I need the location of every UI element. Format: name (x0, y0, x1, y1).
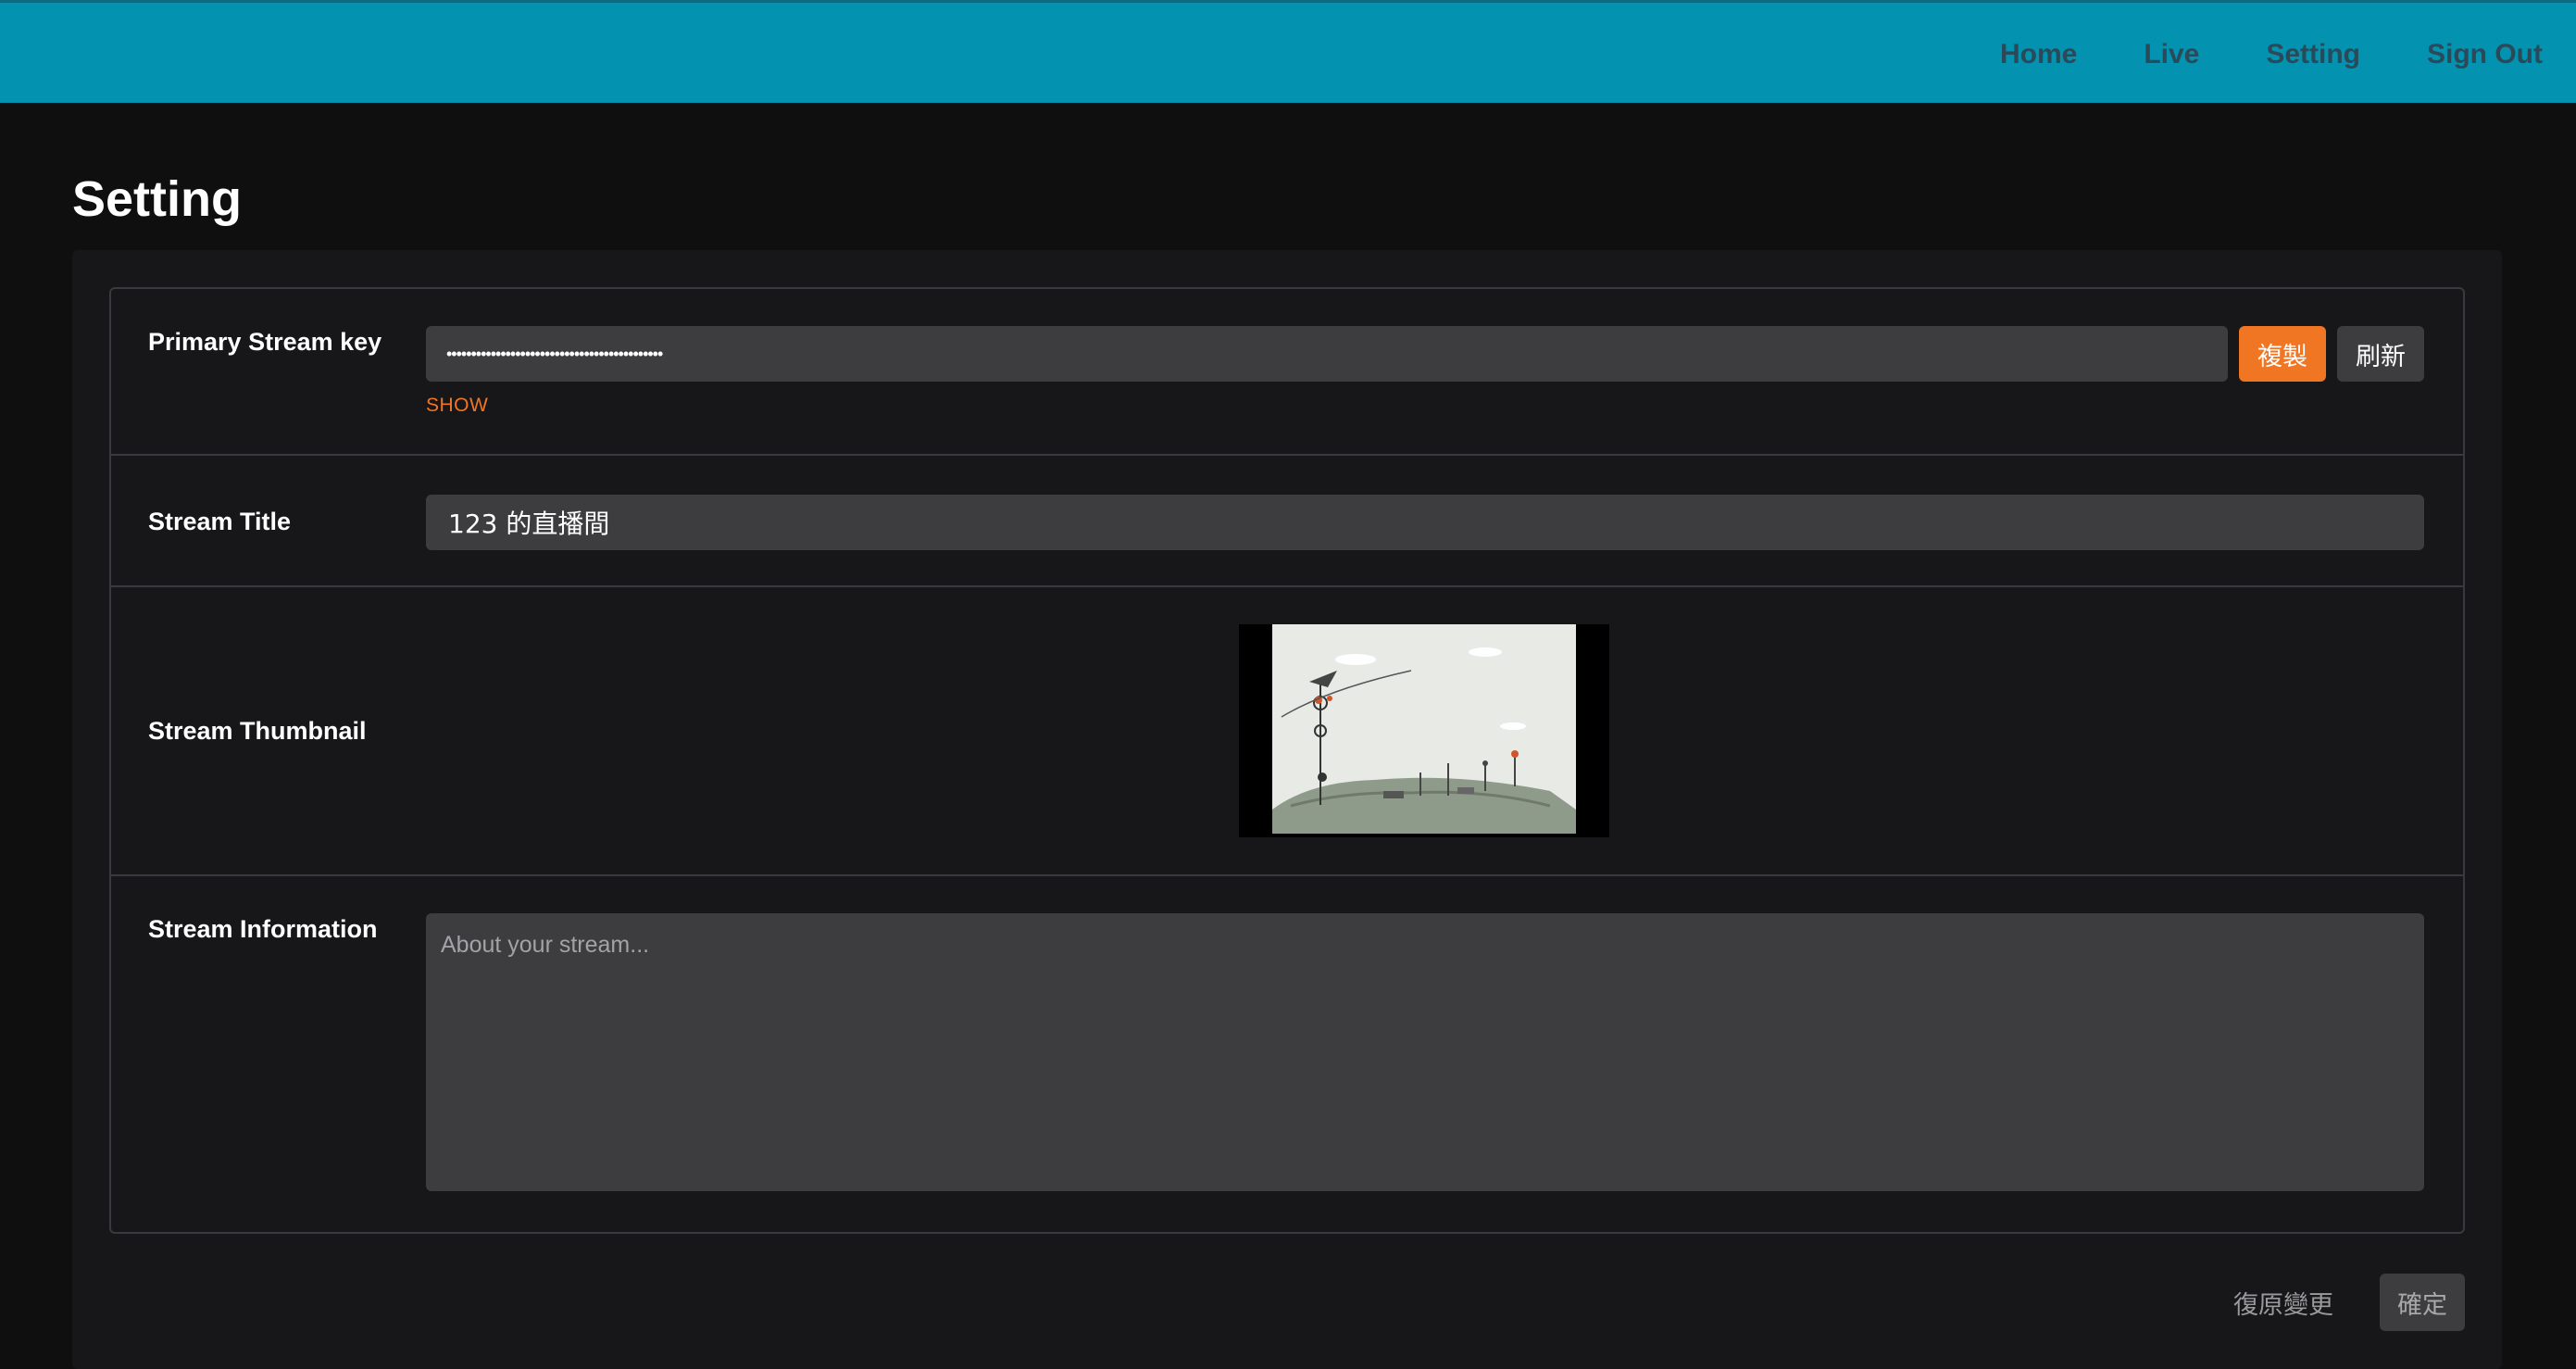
stream-thumbnail[interactable] (1239, 624, 1609, 837)
stream-title-row: Stream Title (111, 456, 2463, 587)
landscape-illustration-icon (1272, 624, 1576, 834)
confirm-button[interactable]: 確定 (2380, 1274, 2465, 1331)
nav-home-link[interactable]: Home (2000, 39, 2077, 70)
settings-form: Primary Stream key 複製 刷新 SHOW Stream Tit… (109, 287, 2465, 1234)
stream-key-input[interactable] (426, 326, 2228, 382)
page-title: Setting (72, 171, 242, 227)
stream-thumbnail-label: Stream Thumbnail (148, 717, 367, 745)
nav-sign-out-link[interactable]: Sign Out (2427, 39, 2543, 70)
copy-button[interactable]: 複製 (2239, 326, 2326, 382)
nav-live-link[interactable]: Live (2144, 39, 2199, 70)
settings-panel: Primary Stream key 複製 刷新 SHOW Stream Tit… (72, 250, 2502, 1369)
stream-key-row: Primary Stream key 複製 刷新 SHOW (111, 289, 2463, 456)
stream-information-label: Stream Information (148, 915, 378, 943)
stream-information-row: Stream Information (111, 876, 2463, 1234)
nav-setting-link[interactable]: Setting (2266, 39, 2360, 70)
top-navigation-bar: Home Live Setting Sign Out (0, 0, 2576, 103)
stream-information-textarea[interactable] (426, 913, 2424, 1191)
stream-key-label: Primary Stream key (148, 328, 382, 356)
stream-title-label: Stream Title (148, 508, 292, 535)
main-nav: Home Live Setting Sign Out (1933, 3, 2543, 106)
thumbnail-illustration (1272, 624, 1576, 834)
refresh-button[interactable]: 刷新 (2337, 326, 2424, 382)
stream-thumbnail-row: Stream Thumbnail (111, 587, 2463, 876)
reset-changes-button[interactable]: 復原變更 (2228, 1284, 2339, 1322)
stream-title-input[interactable] (426, 495, 2424, 550)
show-key-link[interactable]: SHOW (426, 395, 488, 417)
form-actions: 復原變更 確定 (2228, 1273, 2465, 1332)
